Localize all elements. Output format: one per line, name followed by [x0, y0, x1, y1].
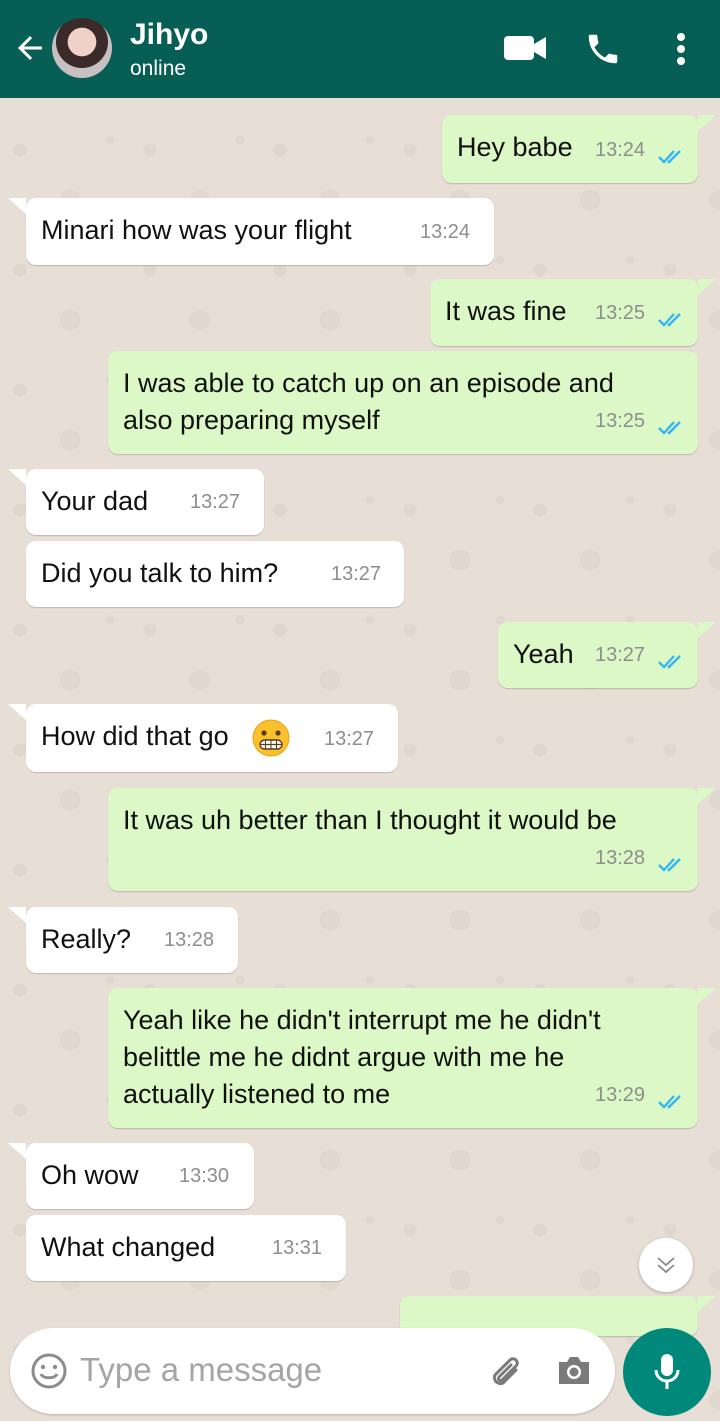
read-ticks-icon — [658, 1095, 681, 1109]
message-bubble-outgoing[interactable]: Yeah 13:27 — [498, 622, 698, 688]
bubble-tail — [698, 622, 716, 638]
bubble-tail — [8, 704, 26, 720]
message-text: Your dad — [41, 486, 149, 516]
bubble-tail — [698, 279, 716, 295]
read-ticks-icon — [658, 150, 681, 164]
message-time: 13:24 — [420, 221, 471, 243]
message-input[interactable]: Type a message — [80, 1351, 322, 1389]
bubble-tail — [698, 788, 716, 804]
message-text: I was able to catch up on an episode and… — [123, 368, 614, 435]
message-time: 13:27 — [324, 728, 375, 750]
grimacing-face-icon — [252, 719, 290, 757]
bubble-tail — [698, 1296, 716, 1312]
message-time: 13:24 — [595, 139, 646, 161]
message-time: 13:31 — [272, 1237, 323, 1259]
message-bubble-incoming[interactable]: Your dad 13:27 — [26, 469, 264, 535]
message-bubble-outgoing[interactable]: Yeah like he didn't interrupt me he didn… — [108, 988, 698, 1128]
message-text: Did you talk to him? — [41, 558, 279, 588]
bubble-tail — [698, 115, 716, 131]
message-text: It was fine — [445, 296, 567, 326]
message-text: It was uh better than I thought it would… — [123, 805, 617, 835]
camera-icon[interactable] — [555, 1354, 593, 1388]
scroll-down-button[interactable] — [639, 1238, 693, 1292]
message-bubble-outgoing[interactable]: Hey babe 13:24 — [442, 115, 698, 183]
contact-name[interactable]: Jihyo — [130, 18, 208, 52]
message-input-bar: Type a message — [10, 1328, 615, 1414]
back-arrow-icon[interactable] — [12, 30, 48, 66]
message-time: 13:27 — [190, 491, 241, 513]
chat-header: Jihyo online — [0, 0, 720, 98]
message-text: Yeah — [513, 639, 574, 669]
message-bubble-outgoing[interactable]: It was fine 13:25 — [430, 279, 698, 346]
message-time: 13:29 — [595, 1084, 646, 1106]
more-vert-icon[interactable] — [672, 32, 690, 66]
message-text: Hey babe — [457, 132, 573, 162]
mic-button[interactable] — [623, 1328, 711, 1416]
message-bubble-incoming[interactable]: Really? 13:28 — [26, 907, 238, 973]
message-bubble-incoming[interactable]: Oh wow 13:30 — [26, 1143, 254, 1209]
read-ticks-icon — [658, 858, 681, 872]
message-time: 13:25 — [595, 410, 646, 432]
read-ticks-icon — [658, 655, 681, 669]
message-text: What changed — [41, 1232, 216, 1262]
bubble-tail — [8, 907, 26, 923]
message-time: 13:28 — [595, 847, 646, 869]
message-text: How did that go — [41, 721, 229, 751]
message-time: 13:27 — [595, 644, 646, 666]
bubble-tail — [8, 198, 26, 214]
message-bubble-incoming[interactable]: What changed 13:31 — [26, 1215, 346, 1281]
bubble-tail — [698, 988, 716, 1004]
phone-icon[interactable] — [584, 30, 622, 68]
message-time: 13:25 — [595, 302, 646, 324]
message-bubble-incoming[interactable]: Minari how was your flight 13:24 — [26, 198, 494, 265]
contact-status: online — [130, 57, 187, 80]
message-text: Really? — [41, 924, 132, 954]
bubble-tail — [8, 469, 26, 485]
message-time: 13:27 — [331, 563, 382, 585]
message-text: Minari how was your flight — [41, 215, 352, 245]
message-bubble-incoming[interactable]: How did that go 13:27 — [26, 704, 398, 772]
avatar[interactable] — [52, 18, 112, 78]
message-time: 13:30 — [179, 1165, 230, 1187]
video-call-icon[interactable] — [502, 32, 548, 64]
emoji-icon[interactable] — [30, 1352, 68, 1390]
message-text: Yeah like he didn't interrupt me he didn… — [123, 1005, 601, 1109]
scroll-down-icon — [657, 1257, 675, 1274]
bubble-tail — [8, 1143, 26, 1159]
attach-icon[interactable] — [486, 1352, 526, 1392]
message-text: Oh wow — [41, 1160, 139, 1190]
read-ticks-icon — [658, 421, 681, 435]
message-time: 13:28 — [164, 929, 215, 951]
message-bubble-incoming[interactable]: Did you talk to him? 13:27 — [26, 541, 404, 607]
mic-icon — [654, 1354, 680, 1389]
message-bubble-outgoing[interactable]: I was able to catch up on an episode and… — [108, 351, 698, 454]
read-ticks-icon — [658, 313, 681, 327]
message-bubble-outgoing[interactable]: It was uh better than I thought it would… — [108, 788, 698, 891]
